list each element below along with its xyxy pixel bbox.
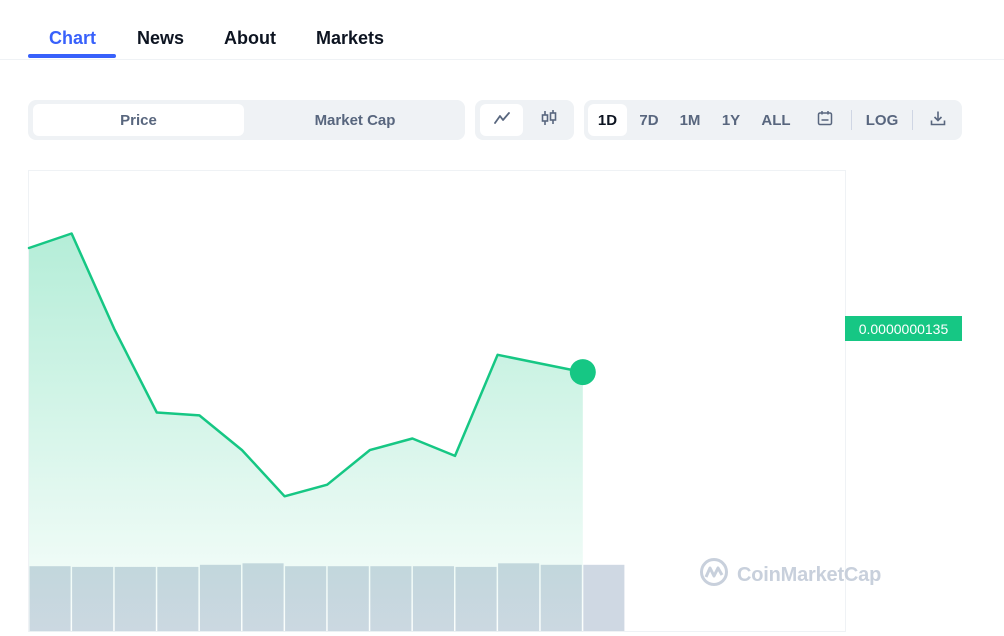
price-point xyxy=(409,436,415,442)
volume-bar xyxy=(583,564,625,631)
price-point xyxy=(537,361,543,367)
price-point xyxy=(154,410,160,416)
current-price-label: 0.0000000135 xyxy=(845,316,962,341)
price-point xyxy=(111,326,117,332)
price-point xyxy=(239,447,245,453)
coinmarketcap-logo-icon xyxy=(699,557,729,593)
price-point xyxy=(26,245,32,251)
price-point xyxy=(282,493,288,499)
price-point xyxy=(495,352,501,358)
watermark-text: CoinMarketCap xyxy=(737,563,882,586)
price-point xyxy=(69,231,75,237)
price-point xyxy=(196,412,202,418)
price-point xyxy=(367,447,373,453)
price-point xyxy=(324,482,330,488)
current-price-dot[interactable] xyxy=(569,359,596,386)
coinmarketcap-watermark: CoinMarketCap xyxy=(699,557,882,593)
price-area-fill xyxy=(29,233,583,632)
price-point xyxy=(452,453,458,459)
